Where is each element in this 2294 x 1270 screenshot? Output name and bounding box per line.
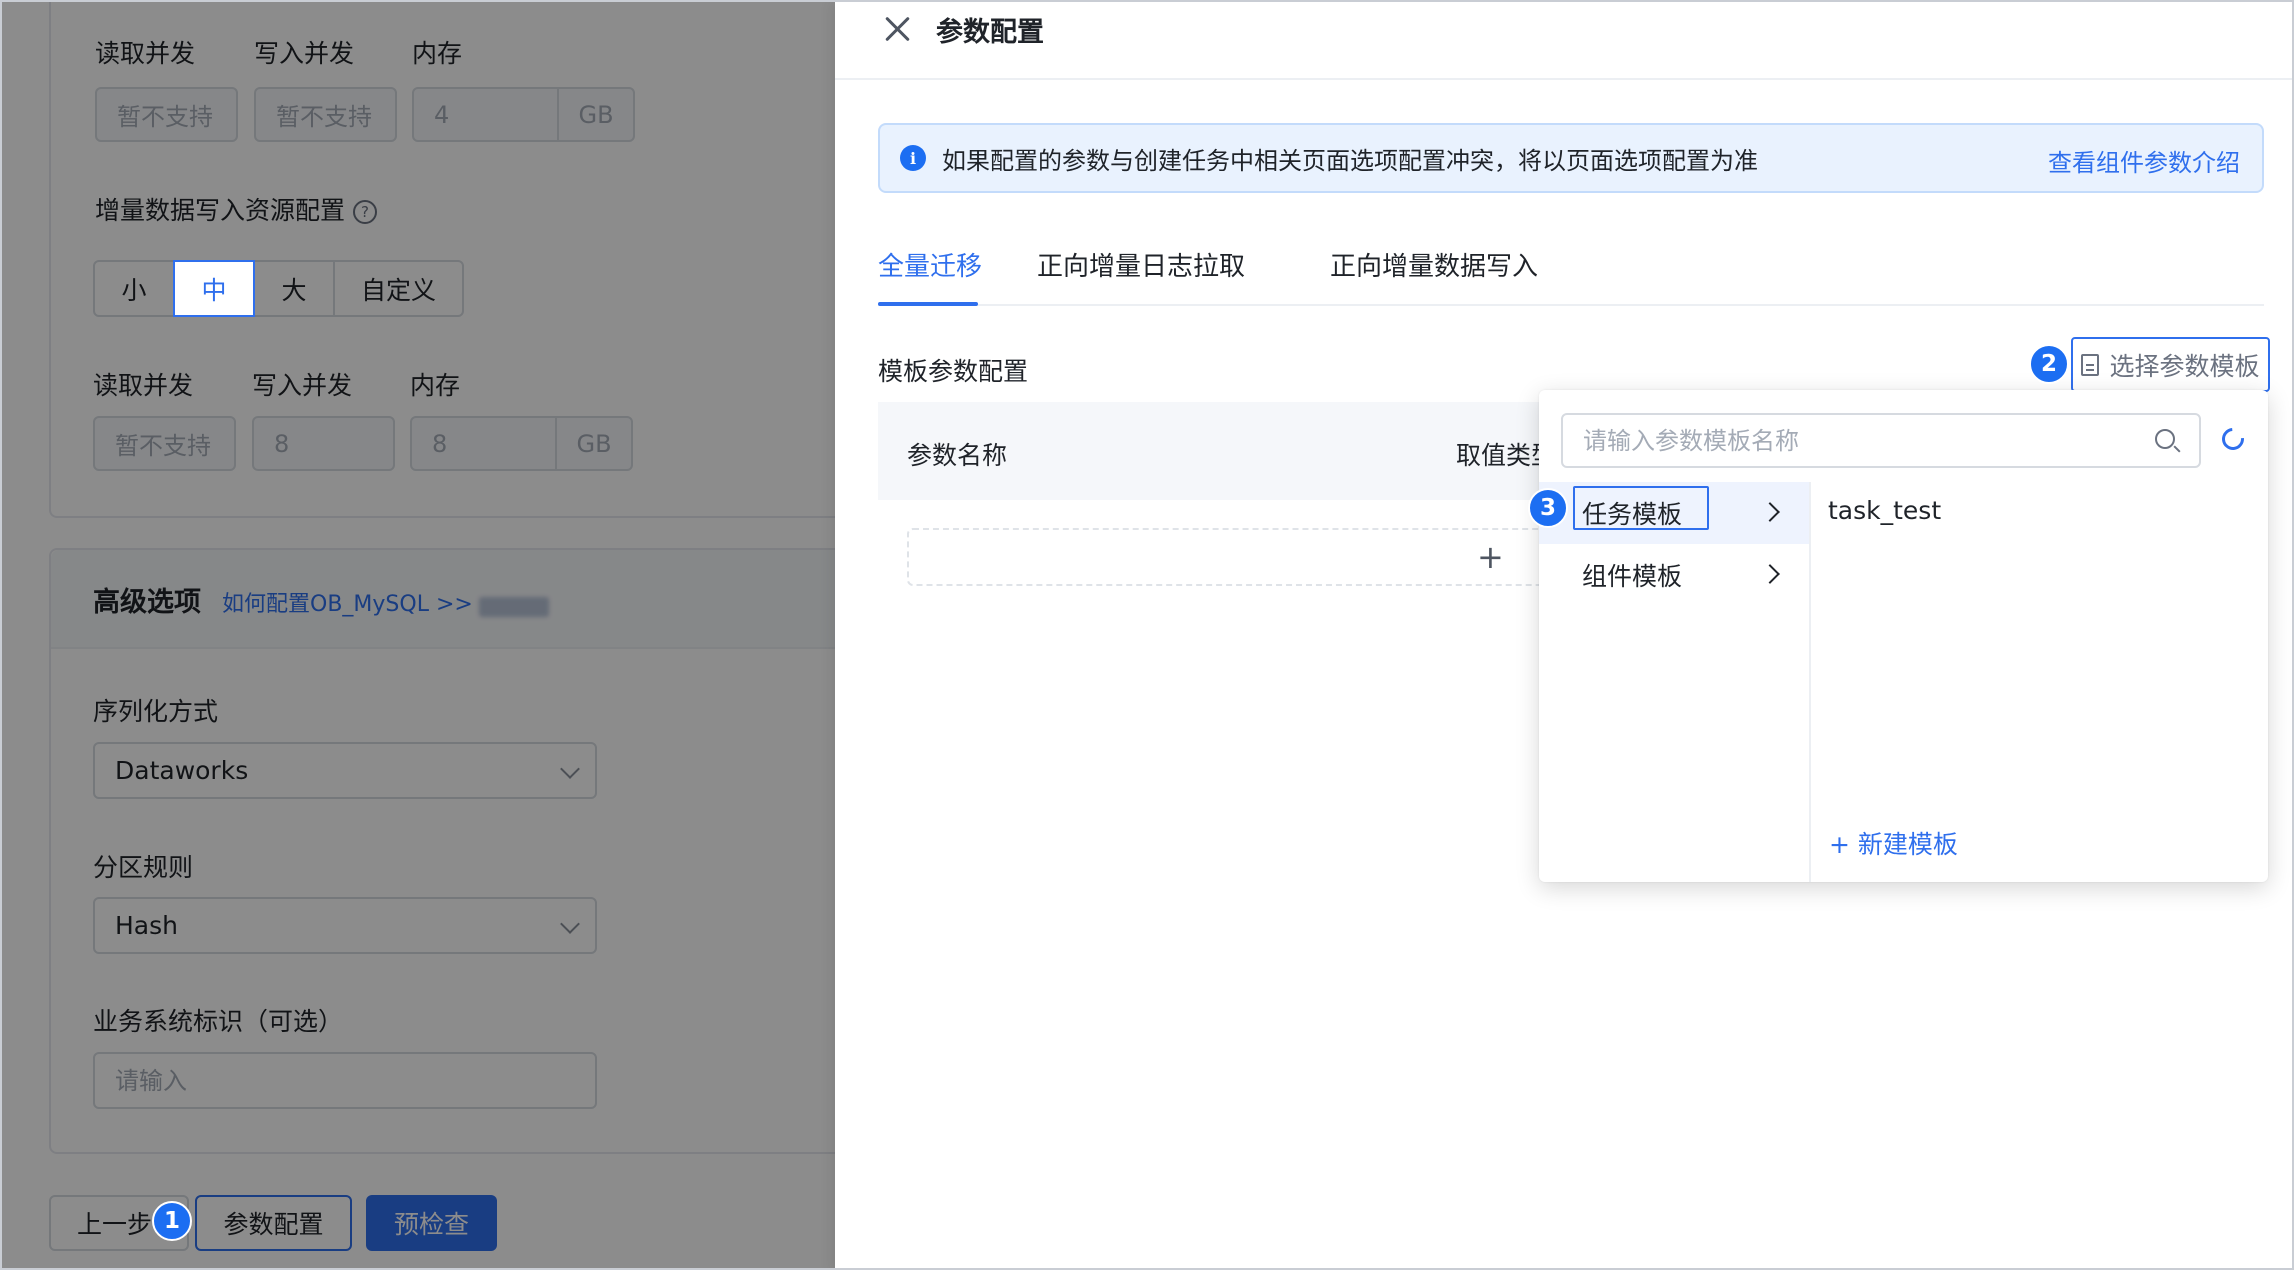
- active-tab-indicator: [878, 302, 978, 306]
- size-option-medium[interactable]: 中: [173, 260, 255, 317]
- file-icon: [2081, 353, 2100, 376]
- category-component-template[interactable]: 组件模板: [1539, 544, 1809, 606]
- migration-form: 读取并发 写入并发 内存 暂不支持 暂不支持 4 GB 增量数据写入资源配置? …: [2, 2, 835, 1268]
- template-params-title: 模板参数配置: [878, 357, 1029, 386]
- view-component-params-link[interactable]: 查看组件参数介绍: [2048, 143, 2240, 178]
- add-param-row[interactable]: +: [907, 528, 1607, 586]
- step-badge-2: 2: [2029, 344, 2069, 384]
- modal-mask[interactable]: [2, 2, 835, 1268]
- step-badge-1: 1: [152, 1201, 192, 1241]
- template-search-input[interactable]: [1563, 415, 2123, 466]
- category-task-template[interactable]: 任务模板: [1539, 482, 1809, 544]
- step-badge-3: 3: [1528, 488, 1568, 528]
- template-search: [1561, 413, 2201, 468]
- select-template-label: 选择参数模板: [2109, 351, 2260, 381]
- alert-text: 如果配置的参数与创建任务中相关页面选项配置冲突，将以页面选项配置为准: [942, 146, 1758, 175]
- tab-full-migration[interactable]: 全量迁移: [878, 246, 982, 283]
- refresh-icon[interactable]: [2217, 423, 2249, 455]
- drawer-title: 参数配置: [936, 17, 1044, 48]
- template-selector-popover: 任务模板 组件模板 task_test + 新建模板: [1539, 390, 2268, 882]
- info-alert: i 如果配置的参数与创建任务中相关页面选项配置冲突，将以页面选项配置为准 查看组…: [878, 123, 2264, 193]
- tab-incremental-data-write[interactable]: 正向增量数据写入: [1330, 246, 1538, 283]
- chevron-right-icon: [1760, 564, 1780, 584]
- template-item[interactable]: task_test: [1828, 496, 1941, 525]
- screen: 读取并发 写入并发 内存 暂不支持 暂不支持 4 GB 增量数据写入资源配置? …: [0, 0, 2294, 1270]
- tab-incremental-log-pull[interactable]: 正向增量日志拉取: [1037, 246, 1245, 283]
- search-icon[interactable]: [2155, 429, 2175, 449]
- info-icon: i: [900, 145, 926, 171]
- template-category-list: 任务模板 组件模板: [1539, 482, 1811, 882]
- category-label: 组件模板: [1582, 562, 1683, 591]
- col-param-name: 参数名称: [907, 441, 1008, 470]
- chevron-right-icon: [1760, 502, 1780, 522]
- select-template-button[interactable]: 选择参数模板: [2071, 337, 2270, 392]
- highlight-box: [1573, 486, 1709, 530]
- plus-icon: +: [1477, 538, 1504, 576]
- close-icon[interactable]: [883, 14, 913, 44]
- params-table-header: 参数名称 取值类型: [878, 402, 1578, 500]
- drawer-header: 参数配置: [835, 2, 2292, 80]
- new-template-link[interactable]: + 新建模板: [1829, 825, 1958, 861]
- tab-bar: 全量迁移 正向增量日志拉取 正向增量数据写入: [878, 242, 2264, 306]
